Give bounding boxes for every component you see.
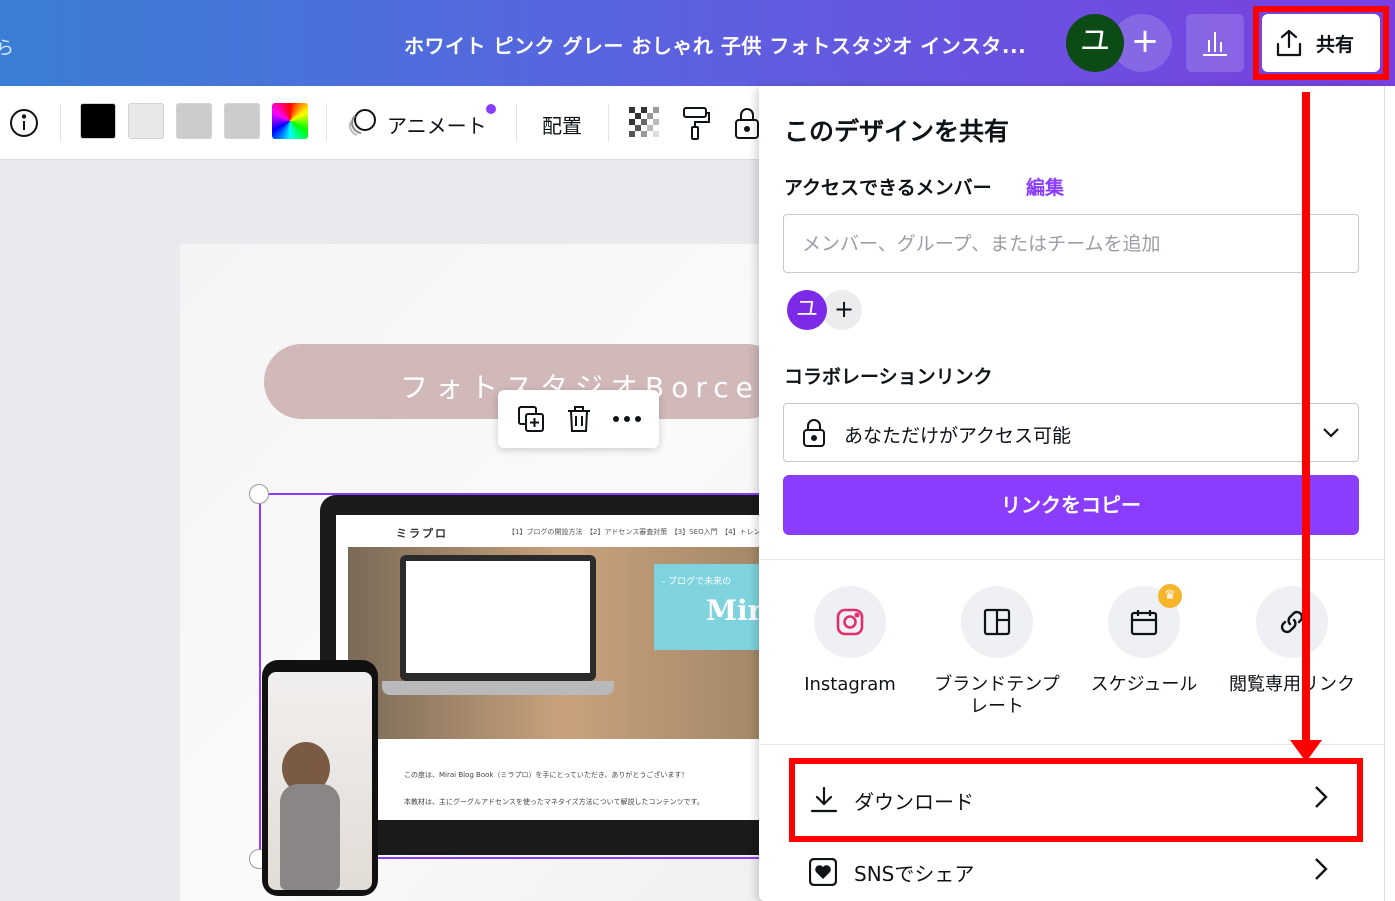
- instagram-icon: [836, 608, 864, 636]
- add-member-input[interactable]: [783, 214, 1359, 273]
- share-option-label: ブランドテンプレート: [934, 674, 1060, 717]
- insights-button[interactable]: [1186, 14, 1244, 72]
- color-picker-rainbow[interactable]: [272, 103, 308, 139]
- calendar-icon: [1130, 610, 1158, 636]
- share-social-row[interactable]: SNSでシェア: [759, 840, 1384, 901]
- divider: [759, 559, 1384, 560]
- new-badge: [486, 104, 496, 114]
- share-option-instagram[interactable]: Instagram: [780, 586, 920, 696]
- copy-link-button[interactable]: リンクをコピー: [783, 475, 1359, 535]
- share-option-view-only-link[interactable]: 閲覧専用リンク: [1222, 586, 1362, 696]
- document-title[interactable]: ホワイト ピンク グレー おしゃれ 子供 フォトスタジオ インスタ...: [404, 30, 1026, 59]
- member-avatar[interactable]: ユ: [787, 290, 827, 330]
- share-option-label: スケジュール: [1090, 674, 1198, 695]
- chevron-down-icon: [1323, 428, 1339, 438]
- annotation-arrow-shaft: [1302, 92, 1310, 744]
- animate-icon[interactable]: [346, 106, 380, 140]
- lock-icon: [803, 419, 825, 447]
- edge-glyph: ら: [0, 38, 14, 59]
- divider: [60, 104, 61, 142]
- heart-icon: [809, 858, 837, 886]
- calendar-icon-circle: ♛: [1108, 584, 1182, 658]
- divider: [326, 104, 327, 142]
- link-icon-circle: [1256, 586, 1328, 658]
- transparency-icon[interactable]: [629, 107, 661, 139]
- child-photo-body: [280, 784, 340, 890]
- phone-screen: [268, 672, 372, 890]
- share-option-brand-template[interactable]: ブランドテンプレート: [927, 586, 1067, 718]
- lock-icon[interactable]: [733, 106, 761, 140]
- highlight-download-row: [789, 758, 1363, 842]
- color-swatch-gray[interactable]: [176, 103, 212, 139]
- divider: [516, 104, 517, 142]
- share-panel-title: このデザインを共有: [784, 117, 1010, 146]
- access-level-select[interactable]: あなただけがアクセス可能: [783, 403, 1359, 462]
- instagram-icon-circle: [814, 586, 886, 658]
- brand-template-icon-circle: [961, 586, 1033, 658]
- access-level-value: あなただけがアクセス可能: [844, 425, 1072, 447]
- phone-notch: [296, 664, 344, 672]
- share-social-label: SNSでシェア: [854, 862, 975, 886]
- scrollbar-track[interactable]: [1384, 86, 1395, 901]
- color-swatch-gray-2[interactable]: [224, 103, 260, 139]
- crown-icon: ♛: [1158, 584, 1182, 608]
- duplicate-icon[interactable]: [516, 404, 546, 434]
- members-label: アクセスできるメンバー: [784, 177, 992, 199]
- arrange-button[interactable]: 配置: [542, 110, 582, 139]
- chevron-right-icon: [1315, 858, 1328, 880]
- paint-roller-icon[interactable]: [681, 105, 711, 141]
- share-option-label: 閲覧専用リンク: [1229, 674, 1355, 695]
- divider: [608, 104, 609, 142]
- element-context-menu: [498, 390, 659, 448]
- trash-icon[interactable]: [565, 404, 593, 434]
- user-avatar[interactable]: ユ: [1066, 14, 1124, 72]
- info-icon[interactable]: [9, 108, 39, 138]
- resize-handle[interactable]: [249, 484, 269, 504]
- animate-button[interactable]: アニメート: [387, 110, 487, 139]
- top-bar: ら ホワイト ピンク グレー おしゃれ 子供 フォトスタジオ インスタ... +…: [0, 0, 1395, 86]
- color-swatch-black[interactable]: [80, 103, 116, 139]
- brand-template-icon: [983, 608, 1011, 636]
- collab-link-label: コラボレーションリンク: [784, 366, 993, 388]
- share-option-label: Instagram: [804, 674, 896, 695]
- color-swatch-light-gray[interactable]: [128, 103, 164, 139]
- share-option-schedule[interactable]: ♛ スケジュール: [1074, 584, 1214, 696]
- bar-chart-icon: [1203, 32, 1227, 56]
- more-options-icon[interactable]: [612, 415, 642, 423]
- add-member-button[interactable]: +: [822, 290, 862, 330]
- highlight-share-button: [1253, 6, 1389, 80]
- edit-members-link[interactable]: 編集: [1026, 173, 1064, 200]
